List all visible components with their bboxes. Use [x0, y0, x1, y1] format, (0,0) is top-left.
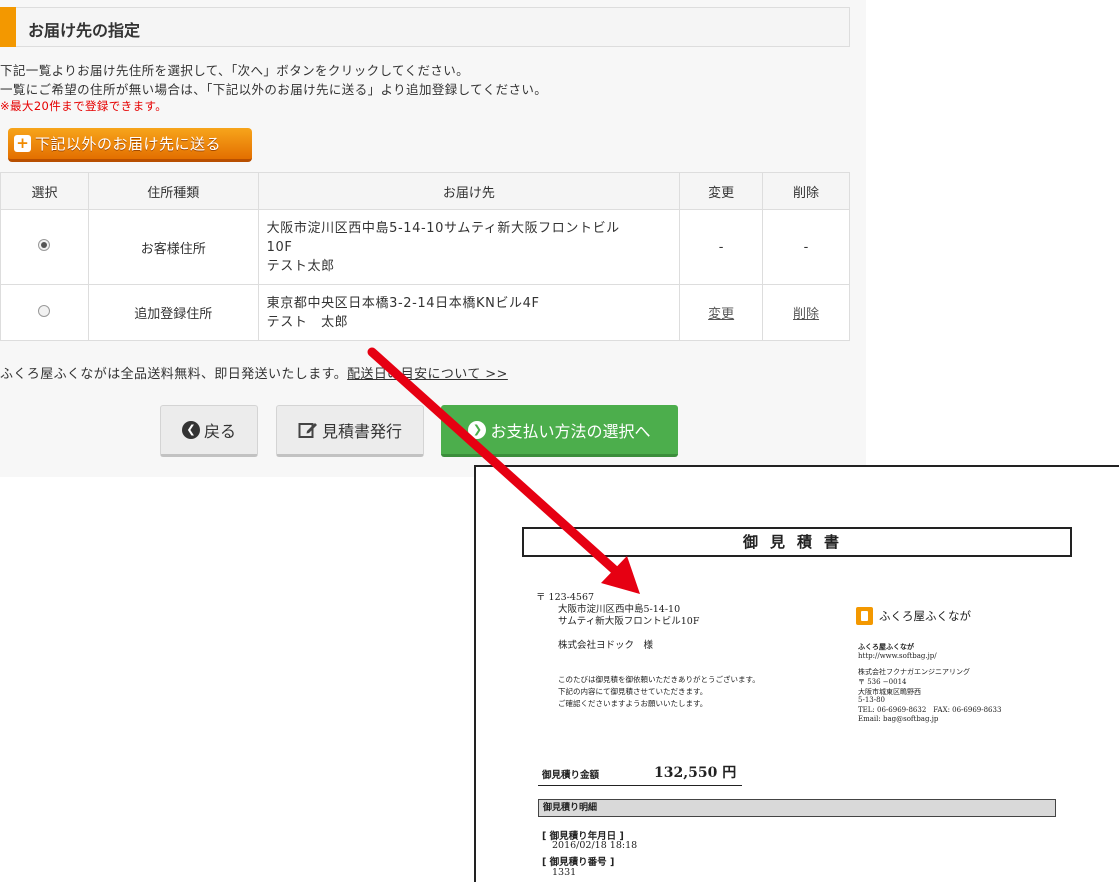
customer-address-2: サムティ新大阪フロントビル10F [558, 616, 700, 627]
issue-estimate-button[interactable]: 見積書発行 [276, 405, 424, 457]
company-postal: 〒 536 −0014 [858, 678, 907, 686]
edit-cell: 変更 [679, 284, 764, 341]
delete-address-link[interactable]: 削除 [793, 307, 819, 322]
header-destination: お届け先 [257, 172, 681, 210]
address-type-cell: 追加登録住所 [87, 284, 259, 341]
header-address-type: 住所種類 [87, 172, 259, 210]
date-value: 2016/02/18 18:18 [552, 840, 638, 851]
greeting-line-2: 下記の内容にて御見積させていただきます。 [558, 687, 708, 696]
customer-name: 株式会社ヨドック 様 [558, 640, 654, 651]
amount-label: 御見積り金額 [542, 770, 600, 781]
header-edit: 変更 [679, 172, 764, 210]
delivery-page: お届け先の指定 下記一覧よりお届け先住所を選択して、「次へ」ボタンをクリックして… [0, 0, 866, 477]
shopping-bag-icon [856, 607, 873, 625]
address-radio-additional[interactable] [38, 304, 51, 317]
destination-cell: 大阪市淀川区西中島5-14-10サムティ新大阪フロントビル 10F テスト太郎 [257, 209, 681, 285]
table-row: お客様住所 大阪市淀川区西中島5-14-10サムティ新大阪フロントビル 10F … [0, 209, 850, 285]
document-title: 御見積書 [522, 527, 1072, 557]
greeting-line-1: このたびは御見積を御依頼いただきありがとうございます。 [558, 675, 760, 684]
payment-method-label: お支払い方法の選択へ [490, 421, 651, 441]
payment-method-button[interactable]: ❯ お支払い方法の選択へ [441, 405, 678, 457]
edit-cell: - [679, 209, 764, 285]
add-other-address-label: 下記以外のお届け先に送る [35, 135, 222, 153]
company-email: Email: bag@softbag.jp [858, 715, 939, 723]
details-header: 御見積り明細 [538, 799, 1056, 817]
delete-cell: 削除 [762, 284, 850, 341]
limit-note: ※最大20件まで登録できます。 [0, 99, 168, 113]
issue-estimate-label: 見積書発行 [321, 422, 402, 441]
table-header-row: 選択 住所種類 お届け先 変更 削除 [0, 172, 850, 210]
chevron-right-icon: ❯ [468, 420, 487, 439]
destination-cell: 東京都中央区日本橋3-2-14日本橋KNビル4F テスト 太郎 [257, 284, 681, 341]
shop-logo-text: ふくろ屋ふくなが [879, 609, 971, 623]
instruction-text-2: 一覧にご希望の住所が無い場合は、「下記以外のお届け先に送る」より追加登録してくだ… [0, 82, 548, 97]
shop-name: ふくろ屋ふくなが [858, 642, 914, 651]
company-address-2: 5-13-80 [858, 696, 885, 704]
plus-icon: + [14, 135, 31, 152]
shop-logo: ふくろ屋ふくなが [856, 607, 971, 625]
address-type-cell: お客様住所 [87, 209, 259, 285]
back-button[interactable]: ❮ 戻る [160, 405, 258, 457]
company-tel-fax: TEL: 06-6969-8632 FAX: 06-6969-8633 [858, 706, 1002, 714]
shipping-text: ふくろ屋ふくながは全品送料無料、即日発送いたします。 [0, 367, 348, 382]
shipping-info: ふくろ屋ふくながは全品送料無料、即日発送いたします。配送日の目安について >> [0, 363, 508, 382]
shop-url: http://www.softbag.jp/ [858, 652, 937, 660]
address-line-2: 10F [266, 239, 293, 255]
address-line: 東京都中央区日本橋3-2-14日本橋KNビル4F [266, 295, 540, 311]
section-accent-bar [0, 7, 16, 47]
delivery-date-link[interactable]: 配送日の目安について >> [347, 367, 508, 382]
amount-value: 132,550 円 [654, 765, 737, 781]
chevron-left-icon: ❮ [181, 421, 200, 439]
estimate-document: 御見積書 〒 123-4567 大阪市淀川区西中島5-14-10 サムティ新大阪… [474, 465, 1119, 882]
header-delete: 削除 [762, 172, 850, 210]
select-cell [0, 209, 89, 285]
select-cell [0, 284, 89, 341]
instruction-text: 下記一覧よりお届け先住所を選択して、「次へ」ボタンをクリックしてください。 [0, 63, 470, 78]
number-value: 1331 [552, 867, 577, 878]
address-line: 大阪市淀川区西中島5-14-10サムティ新大阪フロントビル [266, 220, 620, 236]
section-header: お届け先の指定 [0, 7, 850, 47]
recipient-name: テスト 太郎 [266, 314, 349, 330]
header-select: 選択 [0, 172, 89, 210]
edit-address-link[interactable]: 変更 [708, 307, 734, 322]
back-button-label: 戻る [203, 422, 236, 441]
amount-underline [538, 785, 742, 786]
address-radio-customer[interactable] [38, 239, 51, 251]
recipient-name: テスト太郎 [266, 258, 335, 274]
address-table: 選択 住所種類 お届け先 変更 削除 お客様住所 大阪市淀川区西中島5-14-1… [0, 172, 850, 341]
company-name: 株式会社フクナガエンジニアリング [858, 668, 970, 676]
page-title: お届け先の指定 [28, 21, 141, 40]
number-label: [ 御見積り番号 ] [542, 857, 615, 868]
delete-cell: - [762, 209, 850, 285]
greeting-line-3: ご確認くださいますようお願いいたします。 [558, 699, 708, 708]
add-other-address-button[interactable]: + 下記以外のお届け先に送る [8, 128, 252, 162]
table-row: 追加登録住所 東京都中央区日本橋3-2-14日本橋KNビル4F テスト 太郎 変… [0, 284, 850, 341]
edit-icon [298, 423, 317, 438]
